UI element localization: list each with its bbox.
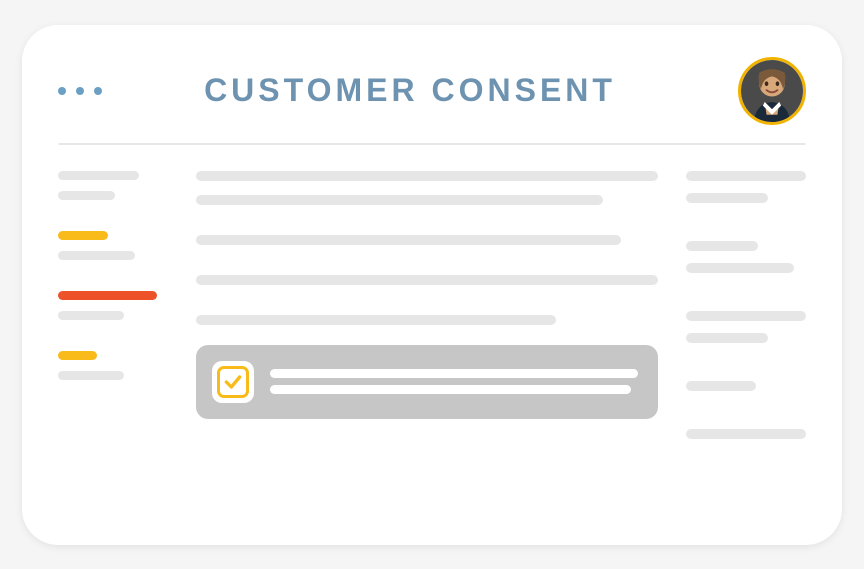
avatar-icon [741,60,803,122]
text-line [196,315,556,325]
info-line [686,193,768,203]
page-title: CUSTOMER CONSENT [82,72,738,109]
text-line [196,275,658,285]
user-avatar[interactable] [738,57,806,125]
nav-item-active-yellow[interactable] [58,351,97,360]
text-line [196,195,603,205]
nav-item[interactable] [58,171,139,180]
header: CUSTOMER CONSENT [58,57,806,125]
info-line [686,333,768,343]
right-sidebar [686,171,806,451]
nav-item-active-yellow[interactable] [58,231,108,240]
left-sidebar [58,171,168,451]
info-line [686,311,806,321]
nav-item[interactable] [58,251,135,260]
content-body [58,171,806,451]
consent-text [270,362,638,401]
text-line [196,235,621,245]
info-line [686,241,758,251]
info-line [686,429,806,439]
main-content [196,171,658,451]
check-icon [223,372,243,392]
consent-card: CUSTOMER CONSENT [22,25,842,545]
info-line [686,171,806,181]
dot-icon [58,87,66,95]
consent-box [196,345,658,419]
nav-item[interactable] [58,191,115,200]
nav-item-active-red[interactable] [58,291,157,300]
text-line [196,171,658,181]
text-line [270,369,638,378]
info-line [686,263,794,273]
nav-item[interactable] [58,371,124,380]
nav-item[interactable] [58,311,124,320]
text-line [270,385,631,394]
consent-checkbox[interactable] [212,361,254,403]
info-line [686,381,756,391]
checkbox-inner [217,366,249,398]
header-divider [58,143,806,145]
